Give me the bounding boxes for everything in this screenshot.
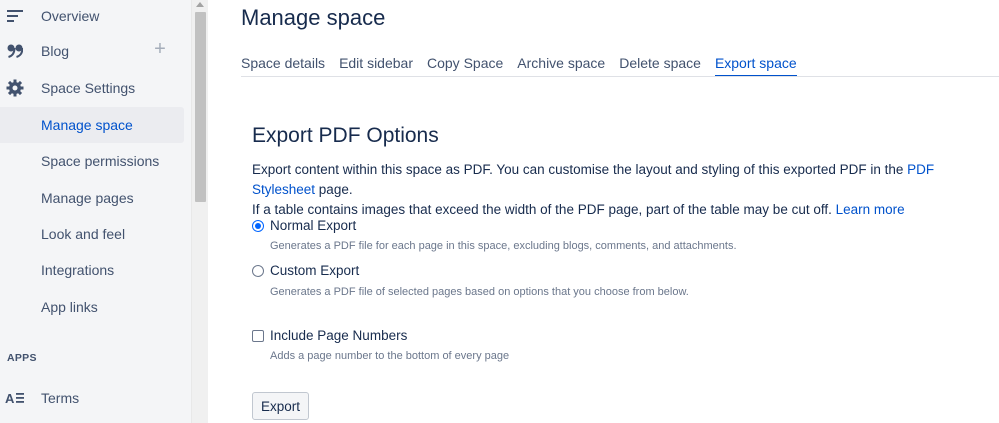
tab-bar: Space details Edit sidebar Copy Space Ar… xyxy=(241,55,797,77)
section-title: Export PDF Options xyxy=(252,124,439,147)
sidebar-item-label: Manage space xyxy=(41,117,133,133)
sidebar-item-label: Blog xyxy=(41,43,70,59)
include-page-numbers-help: Adds a page number to the bottom of ever… xyxy=(270,350,510,362)
gear-icon xyxy=(5,78,25,98)
sidebar-item-label: App links xyxy=(41,299,98,315)
quote-icon xyxy=(5,41,25,61)
export-description: Export content within this space as PDF.… xyxy=(252,160,992,220)
normal-export-radio[interactable] xyxy=(252,219,264,232)
tab-edit-sidebar[interactable]: Edit sidebar xyxy=(339,55,413,77)
add-blog-icon[interactable]: + xyxy=(151,39,169,59)
tab-copy-space[interactable]: Copy Space xyxy=(427,55,503,77)
svg-text:A: A xyxy=(5,391,15,405)
learn-more-link[interactable]: Learn more xyxy=(836,202,905,217)
sidebar-item-space-settings[interactable]: Space Settings xyxy=(0,70,184,106)
normal-export-option[interactable]: Normal Export xyxy=(252,218,356,233)
tab-delete-space[interactable]: Delete space xyxy=(619,55,701,77)
sidebar-item-manage-space[interactable]: Manage space xyxy=(0,107,184,143)
sidebar-item-terms[interactable]: A Terms xyxy=(0,380,184,416)
custom-export-radio[interactable] xyxy=(252,264,264,277)
sidebar-item-label: Integrations xyxy=(41,262,115,278)
sidebar-item-label: Overview xyxy=(41,8,100,24)
tab-divider xyxy=(241,76,999,77)
sidebar-item-app-links[interactable]: App links xyxy=(0,289,184,325)
tab-space-details[interactable]: Space details xyxy=(241,55,325,77)
sidebar-item-manage-pages[interactable]: Manage pages xyxy=(0,180,184,216)
include-page-numbers-checkbox[interactable] xyxy=(252,329,264,342)
sidebar-item-label: Manage pages xyxy=(41,190,134,206)
desc-text-1: Export content within this space as PDF.… xyxy=(252,162,908,177)
sidebar-item-space-permissions[interactable]: Space permissions xyxy=(0,143,184,179)
sidebar-item-overview[interactable]: Overview xyxy=(0,0,184,34)
apps-heading: APPS xyxy=(7,352,37,364)
terms-icon: A xyxy=(5,388,25,408)
custom-export-help: Generates a PDF file of selected pages b… xyxy=(270,286,689,298)
desc-text-3: If a table contains images that exceed t… xyxy=(252,202,836,217)
include-page-numbers-label[interactable]: Include Page Numbers xyxy=(270,328,407,343)
sidebar-item-look-and-feel[interactable]: Look and feel xyxy=(0,216,184,252)
sidebar-item-label: Look and feel xyxy=(41,226,126,242)
scroll-up-arrow-icon[interactable] xyxy=(196,2,204,7)
custom-export-option[interactable]: Custom Export xyxy=(252,263,359,278)
sidebar-scrollbar[interactable] xyxy=(191,0,208,423)
tab-export-space[interactable]: Export space xyxy=(714,55,797,77)
normal-export-help: Generates a PDF file for each page in th… xyxy=(270,240,737,252)
sidebar-item-integrations[interactable]: Integrations xyxy=(0,252,184,288)
normal-export-label[interactable]: Normal Export xyxy=(270,218,356,233)
page-title: Manage space xyxy=(241,5,386,30)
include-page-numbers-option[interactable]: Include Page Numbers xyxy=(252,328,407,343)
tab-archive-space[interactable]: Archive space xyxy=(517,55,605,77)
export-button[interactable]: Export xyxy=(252,392,309,420)
overview-icon xyxy=(5,6,25,26)
sidebar-item-label: Space permissions xyxy=(41,153,160,169)
sidebar-item-blog[interactable]: Blog + xyxy=(0,33,184,69)
desc-text-2: page. xyxy=(315,182,353,197)
sidebar-item-label: Space Settings xyxy=(41,80,136,96)
sidebar-item-label: Terms xyxy=(41,390,80,406)
custom-export-label[interactable]: Custom Export xyxy=(270,263,359,278)
scrollbar-thumb[interactable] xyxy=(195,12,206,202)
sidebar: Overview Blog + Space Settings Manage sp… xyxy=(0,0,191,423)
